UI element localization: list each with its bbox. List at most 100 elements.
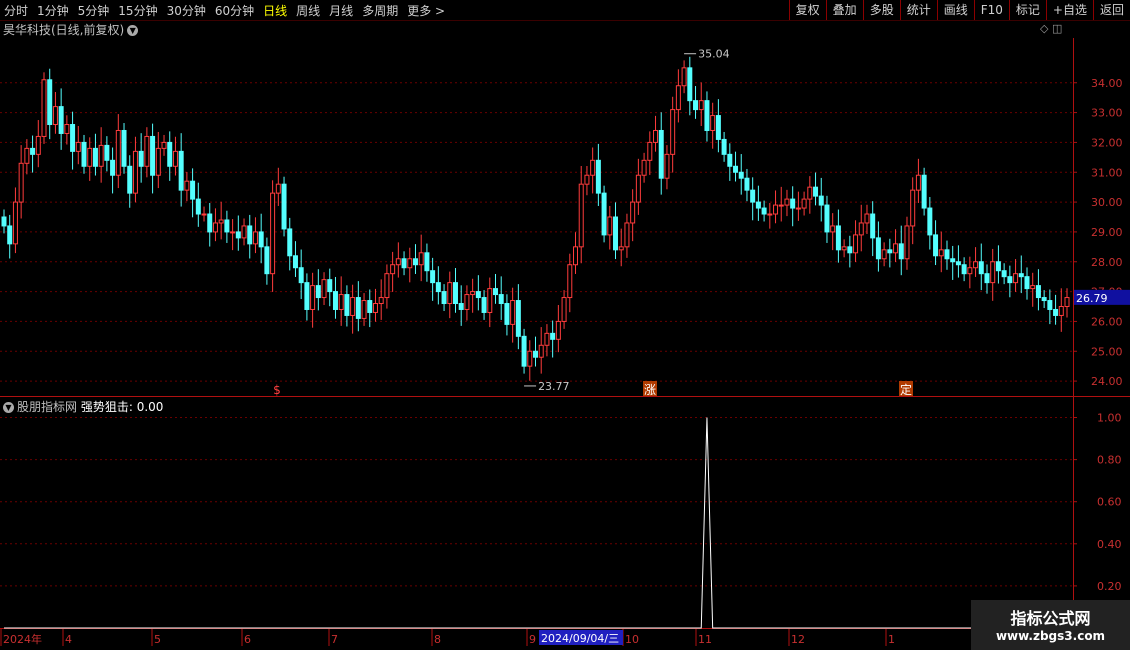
candle xyxy=(424,243,430,282)
candle xyxy=(875,221,881,272)
candle xyxy=(207,202,213,247)
candle-body xyxy=(510,300,516,325)
fuquan-button[interactable]: 复权 xyxy=(788,0,826,20)
candle-body xyxy=(184,180,190,191)
candle xyxy=(92,133,98,176)
candle xyxy=(801,191,807,216)
candle-body xyxy=(150,135,156,176)
candle xyxy=(641,152,647,183)
candle xyxy=(1013,259,1019,292)
tab-30min[interactable]: 30分钟 xyxy=(167,2,206,19)
candle-body xyxy=(281,183,287,230)
candle-body xyxy=(830,225,836,233)
candle xyxy=(630,189,636,242)
chart-canvas[interactable]: 34.0033.0032.0031.0030.0029.0028.0027.00… xyxy=(0,0,1130,650)
candle xyxy=(995,245,1001,284)
candle-body xyxy=(121,129,127,167)
candle-body xyxy=(481,297,487,313)
candle-body xyxy=(464,294,470,310)
candle-body xyxy=(613,216,619,251)
candle xyxy=(258,213,264,264)
tab-15min[interactable]: 15分钟 xyxy=(118,2,157,19)
stock-title[interactable]: 昊华科技(日线,前复权) ▼ xyxy=(3,21,139,38)
candle xyxy=(144,127,150,178)
candle-body xyxy=(915,174,921,191)
candle xyxy=(573,232,579,274)
x-axis-label: 5 xyxy=(154,633,161,646)
panel-toggle-icon[interactable]: ◫ xyxy=(1052,22,1062,35)
tab-multi-period[interactable]: 多周期 xyxy=(362,2,398,19)
candle xyxy=(978,243,984,291)
candle xyxy=(790,186,796,227)
overlay-button[interactable]: 叠加 xyxy=(825,0,863,20)
add-watchlist-button[interactable]: +自选 xyxy=(1045,0,1093,20)
candle xyxy=(881,242,887,267)
mark-button[interactable]: 标记 xyxy=(1008,0,1046,20)
candle xyxy=(235,215,241,251)
candle-body xyxy=(247,225,253,245)
candle-body xyxy=(115,129,121,176)
draw-line-button[interactable]: 画线 xyxy=(936,0,974,20)
candle xyxy=(304,273,310,321)
tab-monthly[interactable]: 月线 xyxy=(329,2,353,19)
candle xyxy=(595,143,601,206)
tab-more[interactable]: 更多 > xyxy=(407,2,445,19)
candle-body xyxy=(390,264,396,275)
candle-body xyxy=(1013,273,1019,284)
candle-body xyxy=(235,231,241,239)
tab-fenshi[interactable]: 分时 xyxy=(4,2,28,19)
multi-stock-button[interactable]: 多股 xyxy=(862,0,900,20)
candle xyxy=(590,147,596,194)
indicator-title[interactable]: ▼ 股朋指标网 强势狙击: 0.00 xyxy=(3,398,163,415)
candle-body xyxy=(401,258,407,269)
indicator-chevron-icon[interactable]: ▼ xyxy=(3,402,14,413)
candle xyxy=(858,204,864,252)
statistics-button[interactable]: 统计 xyxy=(899,0,937,20)
tab-daily[interactable]: 日线 xyxy=(263,2,287,19)
back-button[interactable]: 返回 xyxy=(1092,0,1130,20)
candle xyxy=(75,126,81,165)
candle xyxy=(7,214,13,259)
candle xyxy=(710,102,716,149)
chevron-down-icon[interactable]: ▼ xyxy=(127,25,139,36)
candle xyxy=(1024,267,1030,300)
candle xyxy=(407,247,413,283)
candle-body xyxy=(252,231,258,245)
candle xyxy=(281,176,287,237)
candle xyxy=(447,271,453,319)
candle-body xyxy=(1024,276,1030,290)
tab-60min[interactable]: 60分钟 xyxy=(215,2,254,19)
x-axis-label: 9 xyxy=(529,633,536,646)
watermark-url: www.zbgs3.com xyxy=(995,629,1106,643)
period-tabs: 分时 1分钟 5分钟 15分钟 30分钟 60分钟 日线 周线 月线 多周期 更… xyxy=(4,0,454,20)
candle xyxy=(1064,288,1070,318)
tab-5min[interactable]: 5分钟 xyxy=(78,2,110,19)
candle-body xyxy=(693,100,699,111)
candle-body xyxy=(315,285,321,299)
candle xyxy=(218,201,224,240)
candle-body xyxy=(653,129,659,143)
candle xyxy=(938,231,944,273)
candle-body xyxy=(870,213,876,239)
candle xyxy=(744,168,750,202)
candle-body xyxy=(492,288,498,296)
candle-body xyxy=(835,225,841,251)
candle-body xyxy=(904,225,910,260)
f10-button[interactable]: F10 xyxy=(973,0,1009,20)
candle-body xyxy=(710,115,716,131)
candle xyxy=(464,285,470,321)
candle-body xyxy=(92,147,98,167)
candle xyxy=(847,235,853,268)
candle-body xyxy=(624,222,630,248)
candle-body xyxy=(973,261,979,269)
candle xyxy=(292,241,298,277)
candle xyxy=(1053,294,1059,325)
tab-1min[interactable]: 1分钟 xyxy=(37,2,69,19)
candle-body xyxy=(630,201,636,224)
candle xyxy=(555,305,561,353)
tab-weekly[interactable]: 周线 xyxy=(296,2,320,19)
candle-body xyxy=(824,204,830,233)
diamond-icon[interactable]: ◇ xyxy=(1040,22,1048,35)
candle xyxy=(984,264,990,294)
candle-body xyxy=(858,222,864,236)
